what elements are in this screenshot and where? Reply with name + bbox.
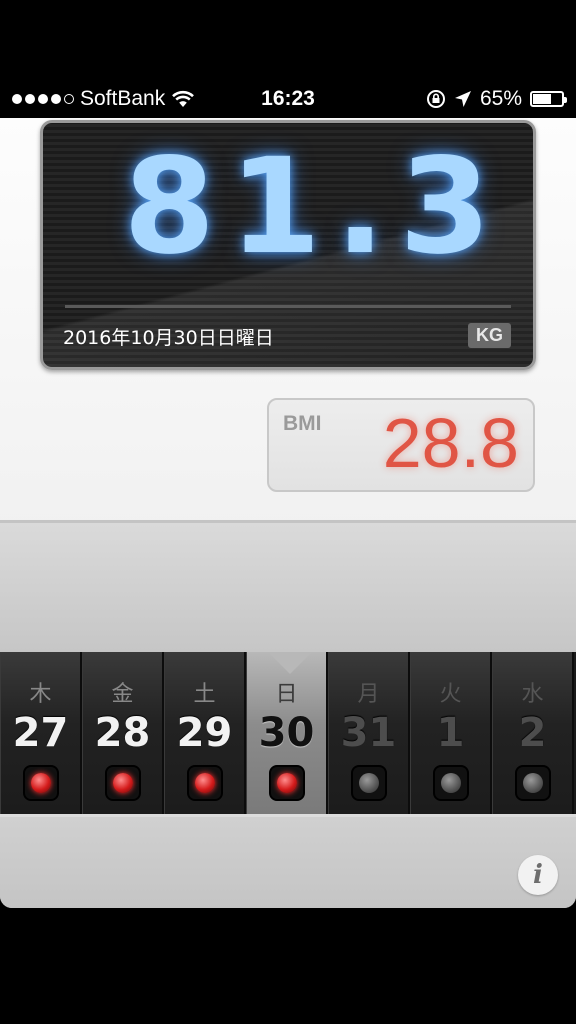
bmi-label: BMI [283,412,322,435]
date-label: 2016年10月30日日曜日 [63,327,274,349]
bmi-box: BMI 28.8 [267,398,535,492]
day-number: 27 [12,710,69,756]
day-of-week: 月 [357,682,380,707]
day-of-week: 金 [111,682,134,707]
record-indicator-icon [514,765,551,801]
signal-dot [25,94,35,104]
signal-dot [38,94,48,104]
location-arrow-icon [454,91,471,107]
record-indicator-icon [104,765,141,801]
day-number: 28 [94,710,151,756]
carrier-name: SoftBank [80,87,166,110]
day-cell-selected[interactable]: 日 30 [246,652,328,814]
day-of-week: 木 [29,682,52,707]
divider-area [0,520,576,653]
day-number: 2 [518,710,547,756]
signal-dot [64,94,74,104]
selected-day-pointer-icon [268,652,312,674]
record-indicator-icon [268,765,305,801]
day-number: 1 [436,710,465,756]
day-of-week: 日 [275,682,298,707]
day-number: 30 [258,710,315,756]
battery-percent: 65% [479,87,522,110]
battery-icon [530,91,567,107]
day-of-week: 水 [521,682,544,707]
day-number: 31 [340,710,397,756]
bottom-toolbar: i [0,814,576,908]
signal-dot [51,94,61,104]
day-cell[interactable]: 月 31 [328,652,410,814]
wifi-icon [172,90,195,107]
signal-dot [12,94,22,104]
day-cell[interactable]: 木 27 [0,652,82,814]
day-number: 29 [176,710,233,756]
day-picker: 木 27 金 28 土 29 日 30 月 31 火 1 水 2 [0,652,576,814]
info-button[interactable]: i [518,855,558,895]
day-cell[interactable]: 水 2 [492,652,574,814]
status-right: 65% [426,87,567,111]
status-bar: SoftBank 16:23 65% [0,80,576,118]
unit-badge[interactable]: KG [468,323,511,348]
day-cell[interactable]: 火 1 [410,652,492,814]
day-cell[interactable]: 金 28 [82,652,164,814]
bmi-value: 28.8 [382,404,519,482]
weight-value: 81.3 [123,130,505,284]
rotation-lock-icon [426,90,445,108]
app-body: 81.3 2016年10月30日日曜日 KG BMI 28.8 木 27 金 2… [0,118,576,908]
record-indicator-icon [22,765,59,801]
day-cell[interactable]: 土 29 [164,652,246,814]
weight-display: 81.3 2016年10月30日日曜日 KG [40,120,536,370]
day-of-week: 火 [439,682,462,707]
record-indicator-icon [186,765,223,801]
battery-level [533,94,551,104]
status-left: SoftBank [12,87,195,111]
panel-divider [65,305,511,308]
record-indicator-icon [350,765,387,801]
day-of-week: 土 [193,682,216,707]
record-indicator-icon [432,765,469,801]
signal-strength-icon [12,94,74,104]
